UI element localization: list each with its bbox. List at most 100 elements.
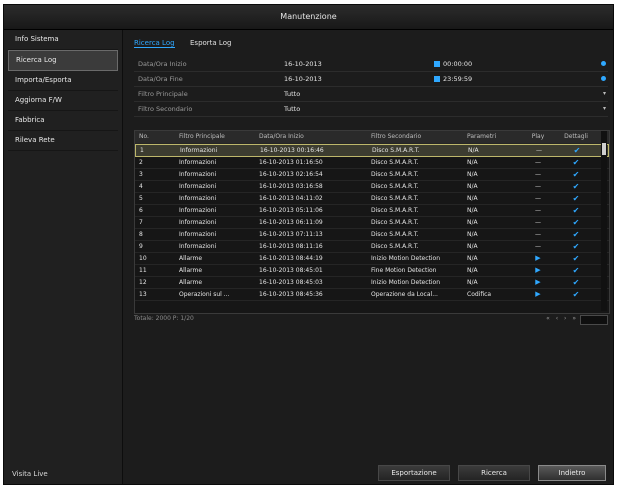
- table-row[interactable]: 1 Informazioni 16-10-2013 00:16:46 Disco S.…: [135, 144, 609, 157]
- details-cell[interactable]: ✔: [557, 229, 595, 240]
- details-cell[interactable]: ✔: [557, 265, 595, 276]
- table-cell: Informazioni: [179, 207, 217, 214]
- pagination-controls[interactable]: « ‹ › »: [546, 313, 578, 325]
- maintenance-window: Manutenzione Info Sistema Ricerca Log Im…: [3, 4, 614, 485]
- play-cell[interactable]: —: [521, 181, 555, 192]
- time-picker-icon[interactable]: [601, 76, 606, 81]
- table-cell: Informazioni: [179, 231, 217, 238]
- table-cell: Codifica: [467, 291, 492, 298]
- details-cell[interactable]: ✔: [558, 145, 596, 156]
- details-cell[interactable]: ✔: [557, 157, 595, 168]
- table-scrollbar[interactable]: [601, 131, 607, 311]
- details-cell[interactable]: ✔: [557, 289, 595, 300]
- primary-filter-row: Filtro Principale Tutto ▾: [134, 87, 608, 102]
- table-cell: Disco S.M.A.R.T.: [371, 171, 419, 178]
- table-cell: 1: [140, 147, 144, 154]
- sidebar-item-importa-esporta[interactable]: Importa/Esporta: [8, 71, 118, 91]
- table-cell: 4: [139, 183, 143, 190]
- play-cell[interactable]: —: [522, 145, 556, 156]
- table-row[interactable]: 5 Informazioni 16-10-2013 04:11:02 Disco S.…: [135, 193, 609, 205]
- scrollbar-thumb[interactable]: [602, 143, 606, 155]
- play-cell[interactable]: —: [521, 229, 555, 240]
- secondary-filter-label: Filtro Secondario: [138, 105, 193, 113]
- table-cell: Fine Motion Detection: [371, 267, 437, 274]
- table-cell: 16-10-2013 02:16:54: [259, 171, 323, 178]
- chevron-down-icon[interactable]: ▾: [603, 102, 606, 116]
- sidebar-item-fabbrica[interactable]: Fabbrica: [8, 111, 118, 131]
- table-row[interactable]: 2 Informazioni 16-10-2013 01:16:50 Disco S.…: [135, 157, 609, 169]
- table-cell: N/A: [467, 243, 478, 250]
- play-cell[interactable]: —: [521, 169, 555, 180]
- play-cell[interactable]: ▶: [521, 253, 555, 264]
- play-cell[interactable]: ▶: [521, 265, 555, 276]
- column-header[interactable]: Dettagli: [557, 131, 595, 143]
- end-date-field[interactable]: 16-10-2013: [284, 72, 322, 86]
- table-row[interactable]: 12 Allarme 16-10-2013 08:45:03 Inizio Motio…: [135, 277, 609, 289]
- table-cell: 6: [139, 207, 143, 214]
- sidebar: Info Sistema Ricerca Log Importa/Esporta…: [4, 30, 123, 484]
- live-view-link[interactable]: Visita Live: [12, 470, 48, 478]
- calendar-icon: [434, 76, 440, 82]
- table-row[interactable]: 13 Operazioni sul ... 16-10-2013 08:45:36 O…: [135, 289, 609, 301]
- chevron-down-icon[interactable]: ▾: [603, 87, 606, 101]
- secondary-filter-select[interactable]: Tutto: [284, 102, 300, 116]
- sidebar-item-ricerca-log[interactable]: Ricerca Log: [8, 50, 118, 71]
- table-body: 1 Informazioni 16-10-2013 00:16:46 Disco S.…: [135, 144, 609, 301]
- play-cell[interactable]: —: [521, 205, 555, 216]
- table-row[interactable]: 11 Allarme 16-10-2013 08:45:01 Fine Motion …: [135, 265, 609, 277]
- table-cell: 16-10-2013 08:45:01: [259, 267, 323, 274]
- tab-ricerca-log[interactable]: Ricerca Log: [134, 39, 175, 48]
- window-title: Manutenzione: [4, 5, 613, 30]
- table-row[interactable]: 7 Informazioni 16-10-2013 06:11:09 Disco S.…: [135, 217, 609, 229]
- table-row[interactable]: 8 Informazioni 16-10-2013 07:11:13 Disco S.…: [135, 229, 609, 241]
- time-picker-icon[interactable]: [601, 61, 606, 66]
- details-cell[interactable]: ✔: [557, 241, 595, 252]
- start-time-field[interactable]: 00:00:00: [434, 57, 472, 71]
- details-cell[interactable]: ✔: [557, 181, 595, 192]
- table-row[interactable]: 6 Informazioni 16-10-2013 05:11:06 Disco S.…: [135, 205, 609, 217]
- table-cell: N/A: [467, 267, 478, 274]
- table-cell: 16-10-2013 07:11:13: [259, 231, 323, 238]
- sidebar-item-rileva-rete[interactable]: Rileva Rete: [8, 131, 118, 151]
- details-cell[interactable]: ✔: [557, 217, 595, 228]
- play-cell[interactable]: ▶: [521, 289, 555, 300]
- tab-esporta-log[interactable]: Esporta Log: [190, 39, 231, 47]
- column-header[interactable]: Filtro Principale: [179, 131, 257, 143]
- table-cell: Disco S.M.A.R.T.: [371, 207, 419, 214]
- table-cell: Inizio Motion Detection: [371, 255, 441, 262]
- play-cell[interactable]: —: [521, 157, 555, 168]
- end-time-field[interactable]: 23:59:59: [434, 72, 472, 86]
- details-cell[interactable]: ✔: [557, 277, 595, 288]
- primary-filter-select[interactable]: Tutto: [284, 87, 300, 101]
- details-cell[interactable]: ✔: [557, 193, 595, 204]
- table-cell: N/A: [468, 147, 479, 154]
- column-header[interactable]: Play: [521, 131, 555, 143]
- sidebar-item-aggiorna-fw[interactable]: Aggiorna F/W: [8, 91, 118, 111]
- details-cell[interactable]: ✔: [557, 205, 595, 216]
- details-cell[interactable]: ✔: [557, 169, 595, 180]
- export-button[interactable]: Esportazione: [378, 465, 450, 481]
- table-cell: 5: [139, 195, 143, 202]
- start-date-field[interactable]: 16-10-2013: [284, 57, 322, 71]
- column-header[interactable]: Filtro Secondario: [371, 131, 465, 143]
- table-cell: 16-10-2013 06:11:09: [259, 219, 323, 226]
- back-button[interactable]: Indietro: [538, 465, 606, 481]
- play-cell[interactable]: —: [521, 241, 555, 252]
- column-header[interactable]: Data/Ora Inizio: [259, 131, 369, 143]
- column-header[interactable]: Parametri: [467, 131, 517, 143]
- table-row[interactable]: 9 Informazioni 16-10-2013 08:11:16 Disco S.…: [135, 241, 609, 253]
- column-header[interactable]: No.: [139, 131, 175, 143]
- table-row[interactable]: 3 Informazioni 16-10-2013 02:16:54 Disco S.…: [135, 169, 609, 181]
- table-row[interactable]: 4 Informazioni 16-10-2013 03:16:58 Disco S.…: [135, 181, 609, 193]
- table-row[interactable]: 10 Allarme 16-10-2013 08:44:19 Inizio Motio…: [135, 253, 609, 265]
- sidebar-item-info-sistema[interactable]: Info Sistema: [8, 30, 118, 50]
- table-cell: 16-10-2013 01:16:50: [259, 159, 323, 166]
- play-cell[interactable]: ▶: [521, 277, 555, 288]
- table-cell: 16-10-2013 00:16:46: [260, 147, 324, 154]
- details-cell[interactable]: ✔: [557, 253, 595, 264]
- play-cell[interactable]: —: [521, 193, 555, 204]
- table-cell: 16-10-2013 05:11:06: [259, 207, 323, 214]
- play-cell[interactable]: —: [521, 217, 555, 228]
- search-button[interactable]: Ricerca: [458, 465, 530, 481]
- page-input[interactable]: [580, 315, 608, 325]
